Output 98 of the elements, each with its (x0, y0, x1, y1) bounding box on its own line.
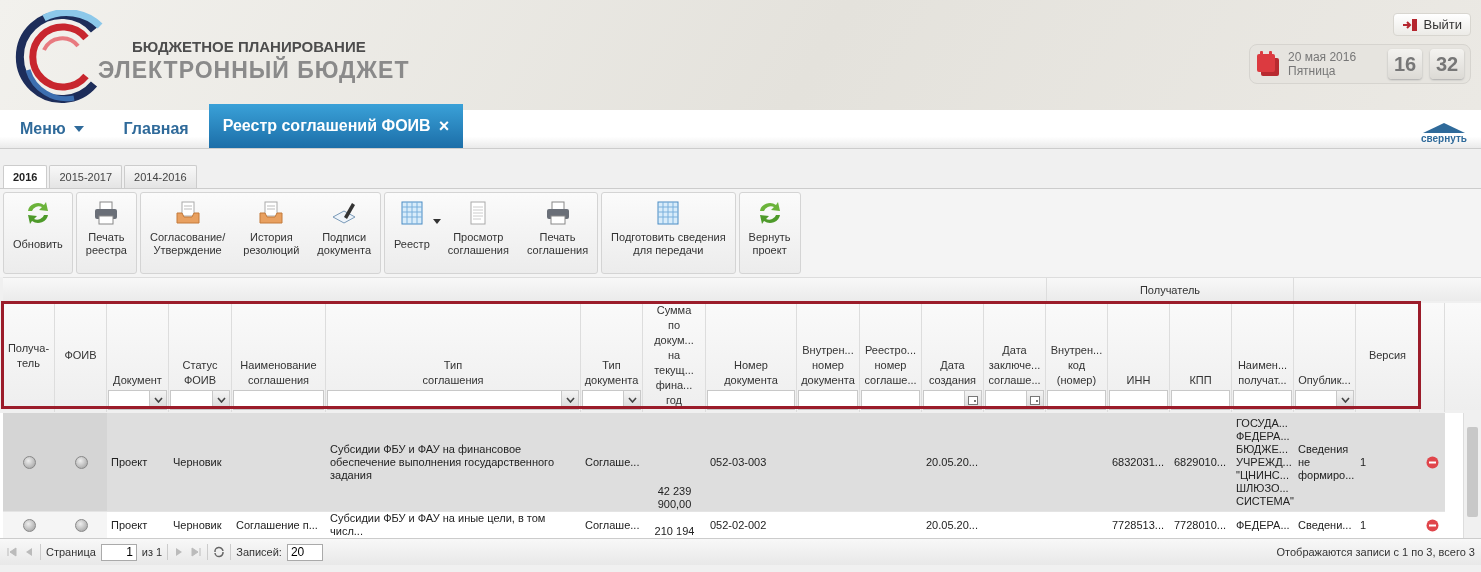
nav-link[interactable]: Главная (103, 110, 209, 148)
chevron-down-icon (565, 397, 575, 403)
column-header[interactable]: КПП (1170, 303, 1232, 412)
status-dot-icon (74, 518, 88, 532)
table-cell: 20.05.20... (926, 455, 978, 469)
collapse-link[interactable]: свернуть (1421, 133, 1467, 144)
table-cell: 6829010... (1174, 455, 1226, 469)
page-tab[interactable]: Реестр соглашений ФОИВ × (208, 104, 464, 148)
table-cell: Проект (111, 518, 148, 532)
menu-button[interactable]: Меню (0, 110, 104, 148)
table-cell: Соглаше... (585, 518, 640, 532)
triangle-up-icon[interactable] (1423, 123, 1465, 133)
table-cell-text: Субсидии ФБУ и ФАУ на финансовое обеспечение выполнения государственного задания (330, 442, 555, 482)
table-cell: ФЕДЕРА... (1236, 518, 1290, 532)
inbox-icon (173, 199, 202, 227)
table-cell: 052-02-002 (710, 518, 767, 532)
table-cell: 1 (1360, 455, 1367, 469)
column-header[interactable]: Документ (107, 303, 169, 412)
column-header[interactable]: Реестро... номер соглаше... (860, 303, 922, 412)
toolbar-button[interactable]: Подготовить сведения для передачи (602, 193, 735, 273)
toolbar-button[interactable]: История резолюций (234, 193, 309, 273)
toolbar-button[interactable]: Просмотр соглашения (438, 193, 518, 273)
column-group-header: Получатель (1046, 278, 1294, 301)
table-cell: ГОСУДА... ФЕДЕРА... БЮДЖЕ... УЧРЕЖД... "ЦНИНС... ШЛЮЗО... СИСТЕМА" (1236, 416, 1294, 508)
year-tab[interactable]: 2014-2016 (124, 165, 197, 188)
column-header[interactable]: ИНН (1108, 303, 1170, 412)
table-cell: Черновик (173, 518, 222, 532)
calendar-icon (1256, 51, 1280, 77)
chevron-down-icon (1340, 397, 1350, 403)
status-dot-icon (22, 518, 36, 532)
toolbar-button[interactable]: Подписи документа (308, 193, 380, 273)
chevron-down-icon (153, 397, 163, 403)
table-cell: 7728010... (1174, 518, 1226, 532)
column-header[interactable]: ФОИВ (55, 303, 107, 412)
toolbar-button[interactable]: Обновить (4, 193, 72, 273)
year-tab[interactable]: 2015-2017 (49, 165, 123, 188)
chevron-down-icon (216, 397, 226, 403)
records-per-page-field[interactable]: 20 (286, 543, 323, 561)
table-cell: Черновик (173, 455, 222, 469)
column-header[interactable]: Статус ФОИВ (169, 303, 232, 412)
column-header[interactable]: Версия (1356, 303, 1420, 412)
records-label: Записей: (236, 546, 282, 558)
table-cell: 7728513... (1112, 518, 1164, 532)
hours-display: 16 (1388, 49, 1422, 79)
column-header[interactable]: Сумма по докум... на текущ... фина... год (643, 303, 706, 412)
delete-icon[interactable] (1426, 518, 1439, 532)
toolbar-button[interactable]: Вернуть проект (739, 193, 800, 273)
table-cell: 20.05.20... (926, 518, 978, 532)
table-cell: 210 194 (654, 525, 695, 538)
column-header[interactable]: Получа- тель (3, 303, 55, 412)
app-subtitle: БЮДЖЕТНОЕ ПЛАНИРОВАНИЕ (132, 38, 367, 55)
column-header[interactable]: Тип документа (581, 303, 643, 412)
calendar-icon (968, 395, 978, 405)
records-summary: Отображаются записи с 1 по 3, всего 3 (1276, 546, 1475, 558)
column-header[interactable]: Дата заключе... соглаше... (984, 303, 1046, 412)
close-icon[interactable]: × (438, 115, 450, 137)
page-count: из 1 (141, 546, 163, 558)
caret-down-icon (73, 126, 84, 132)
column-header[interactable]: Опублик... (1294, 303, 1356, 412)
table-cell: 6832031... (1112, 455, 1164, 469)
table-cell: 052-03-003 (710, 455, 767, 469)
delete-icon[interactable] (1426, 455, 1439, 469)
toolbar-button[interactable]: Реестр (385, 193, 439, 273)
toolbar-button[interactable]: Согласование/ Утверждение (140, 193, 235, 273)
page-label: Страница (46, 546, 96, 558)
logout-button[interactable]: Выйти (1392, 13, 1471, 36)
toolbar-button[interactable]: Печать соглашения (517, 193, 598, 273)
table-row[interactable] (3, 413, 1445, 512)
table-cell: Соглаше... (585, 455, 640, 469)
app-title: ЭЛЕКТРОННЫЙ БЮДЖЕТ (98, 57, 410, 84)
column-header[interactable]: Номер документа (706, 303, 797, 412)
status-dot-icon (74, 455, 88, 469)
minutes-display: 32 (1430, 49, 1464, 79)
status-dot-icon (22, 455, 36, 469)
chevron-down-icon (627, 397, 637, 403)
column-header[interactable]: Наимен... получат... (1232, 303, 1294, 412)
table-cell: 42 239 900,00 (657, 485, 692, 511)
table-cell: 1 (1360, 518, 1367, 532)
date-text: 20 мая 2016 (1288, 50, 1358, 64)
calendar-icon (1030, 395, 1040, 405)
column-header[interactable]: Тип соглашения (326, 303, 581, 412)
table-cell: Проект (111, 455, 148, 469)
column-header[interactable]: Дата создания (922, 303, 984, 412)
toolbar-button[interactable]: Печать реестра (76, 193, 136, 273)
table-cell: Сведени... (1298, 518, 1352, 532)
exit-door-icon (1401, 17, 1418, 32)
refresh-icon[interactable] (213, 546, 226, 558)
table-cell: Сведения не формиро... (1298, 442, 1355, 482)
inbox-icon (257, 199, 286, 227)
column-header[interactable]: Наименование соглашения (232, 303, 326, 412)
column-header[interactable]: Внутрен... номер документа (797, 303, 860, 412)
table-cell-text: Субсидии ФБУ и ФАУ на иные цели, в том числ... (330, 512, 547, 538)
column-header[interactable]: Внутрен... код (номер) (1046, 303, 1108, 412)
table-cell: Соглашение п... (236, 518, 318, 532)
year-tab[interactable]: 2016 (3, 165, 48, 188)
weekday-text: Пятница (1288, 64, 1337, 78)
page-field[interactable]: 1 (100, 543, 137, 561)
scrollbar[interactable] (1463, 413, 1481, 538)
